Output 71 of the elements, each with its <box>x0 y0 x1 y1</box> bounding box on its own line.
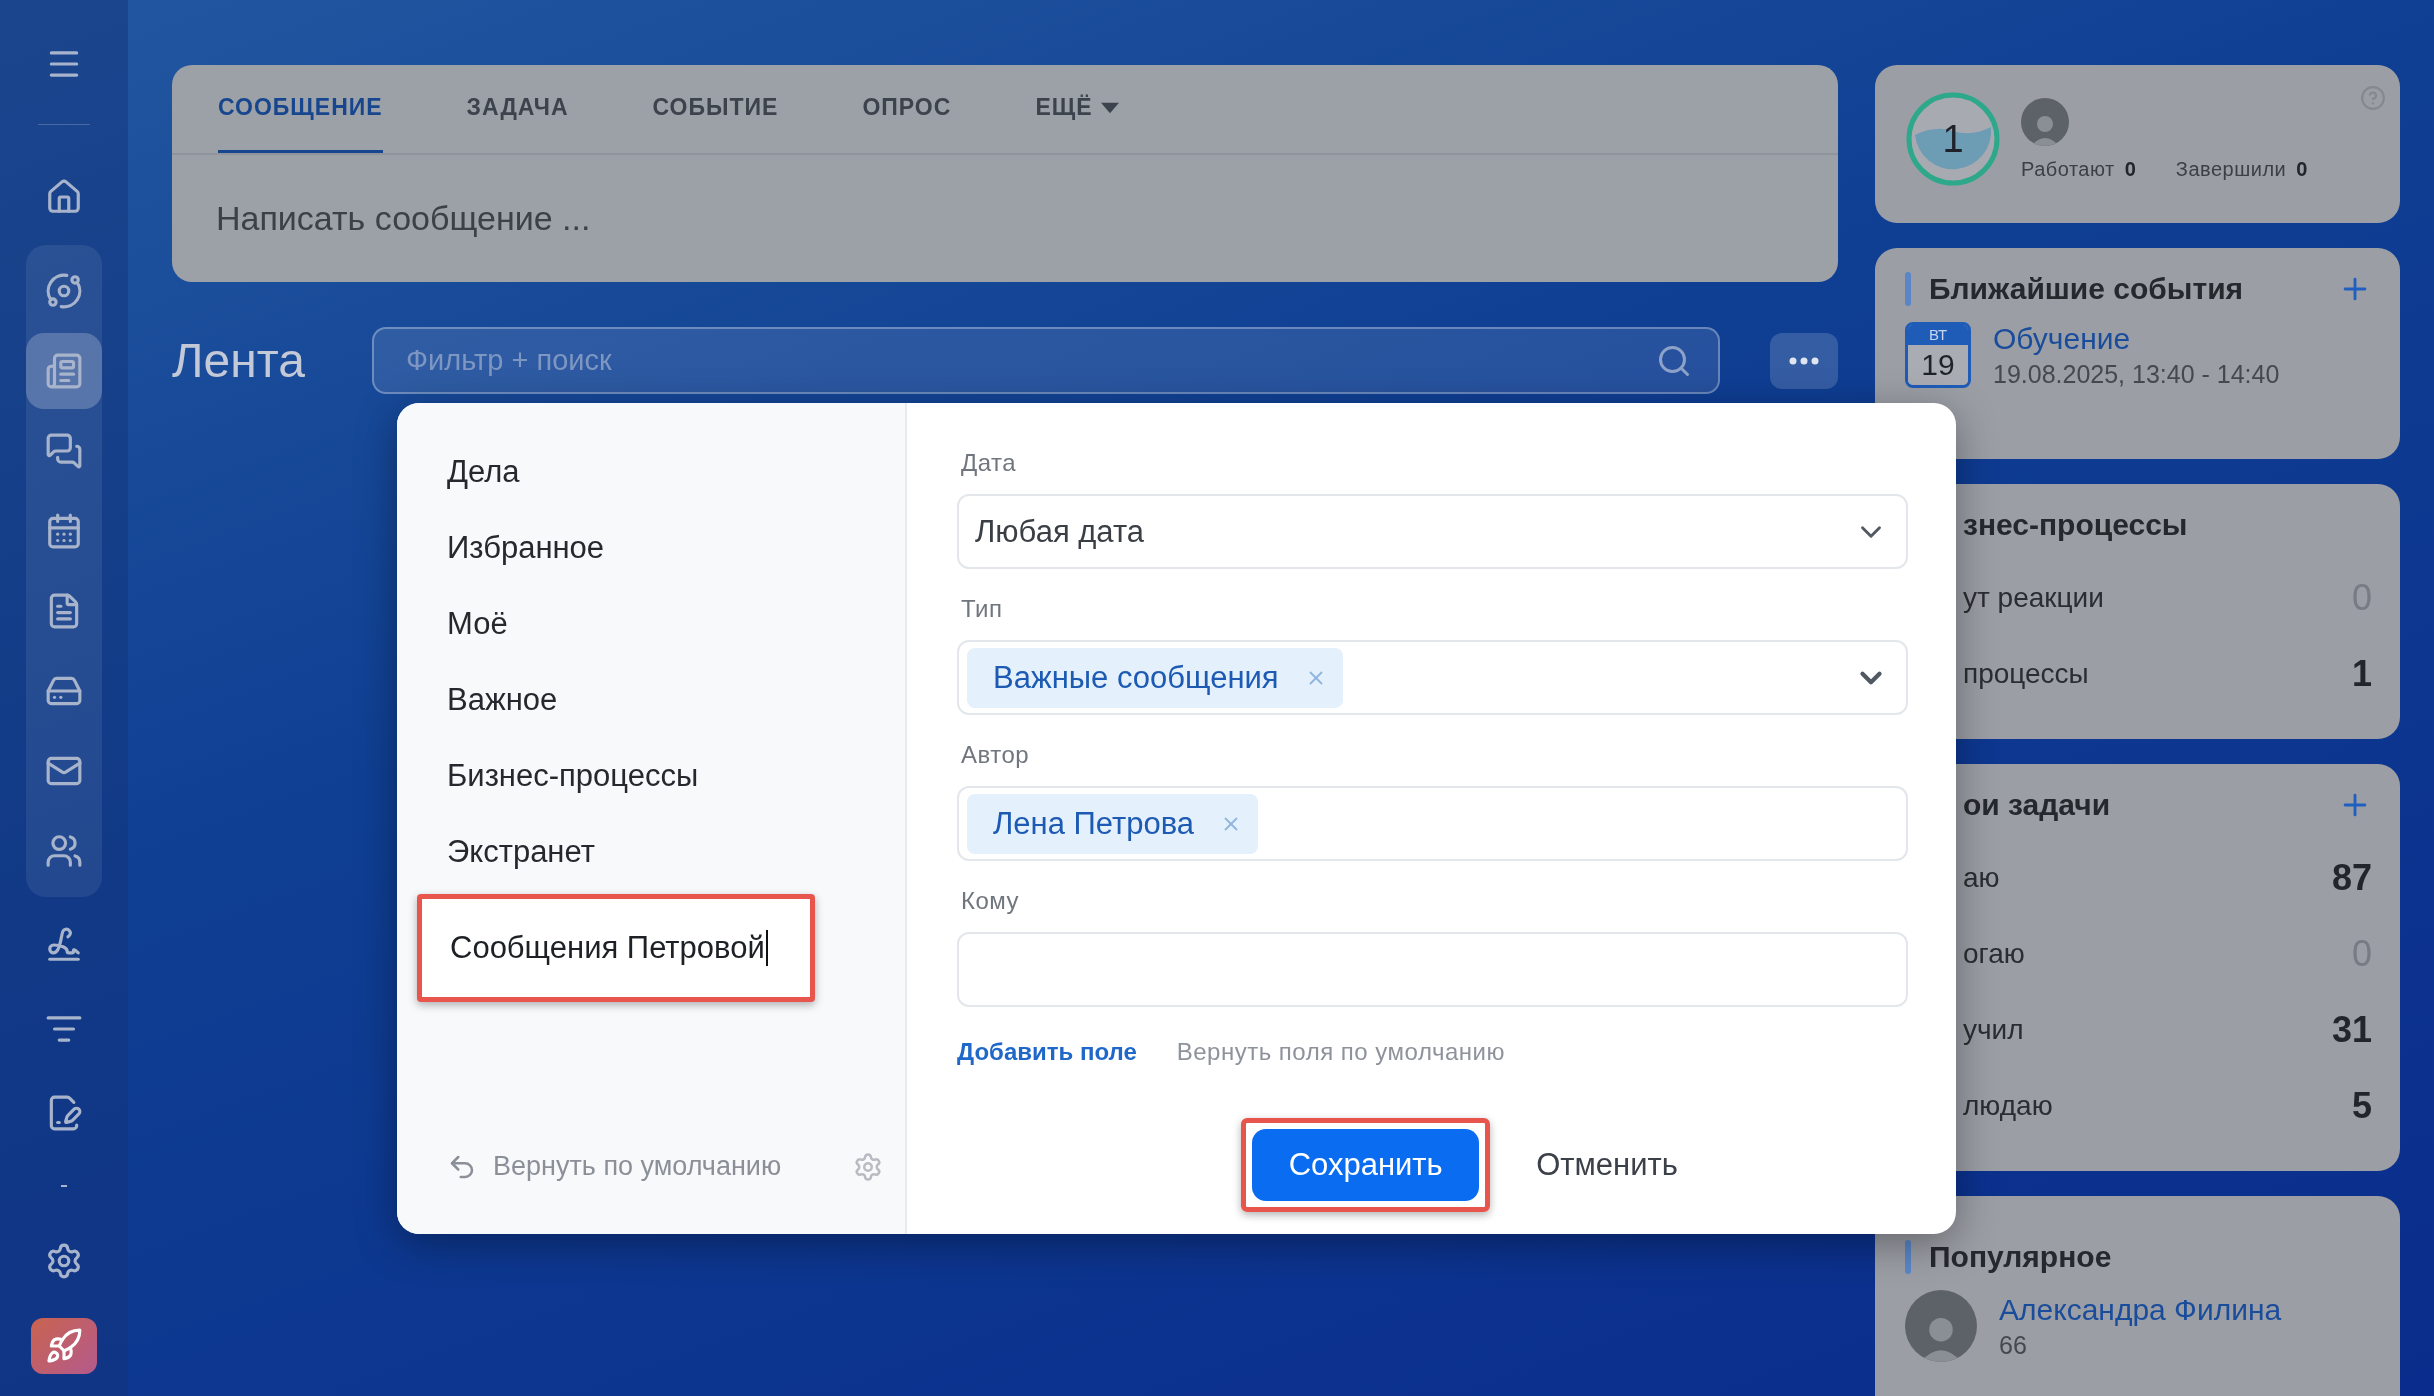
row-label[interactable]: аю <box>1963 862 2000 894</box>
cancel-button[interactable]: Отменить <box>1530 1146 1684 1184</box>
home-icon <box>45 178 83 216</box>
date-select[interactable]: Любая дата <box>957 494 1908 569</box>
tab[interactable]: СОБЫТИЕ <box>652 65 779 153</box>
row-count: 1 <box>2351 653 2372 695</box>
tab[interactable]: ОПРОС <box>862 65 952 153</box>
field-label: Автор <box>961 740 1031 770</box>
field-label: Дата <box>961 448 1018 478</box>
more-icon <box>1789 356 1819 365</box>
preset-item[interactable]: Дела <box>417 434 905 510</box>
person-link[interactable]: Александра Филина <box>1999 1292 2282 1327</box>
people-icon <box>45 832 83 870</box>
message-input[interactable]: Написать сообщение ... <box>172 155 1838 282</box>
row-label[interactable]: ут реакции <box>1963 582 2104 614</box>
preset-item[interactable]: Избранное <box>417 510 905 586</box>
widget-title: ои задачи <box>1963 788 2111 822</box>
row-count: 5 <box>2351 1085 2372 1127</box>
save-button[interactable]: Сохранить <box>1252 1129 1480 1201</box>
field-label: Кому <box>961 886 1021 916</box>
page-title: Лента <box>172 333 306 388</box>
preset-item[interactable]: Моё <box>417 586 905 662</box>
day-number: 19 <box>1908 345 1968 385</box>
row-label[interactable]: огаю <box>1963 938 2025 970</box>
tag-field[interactable]: Лена Петрова <box>957 786 1908 861</box>
add-field-link[interactable]: Добавить поле <box>957 1038 1137 1066</box>
tag-label: Лена Петрова <box>993 805 1195 842</box>
preset-item[interactable]: Важное <box>417 662 905 738</box>
more-button[interactable] <box>1770 332 1838 389</box>
stat-value: 0 <box>2296 157 2308 180</box>
tag-field[interactable]: Важные сообщения <box>957 640 1908 715</box>
tag-chip[interactable]: Лена Петрова <box>967 793 1259 854</box>
calendar-icon <box>45 512 83 550</box>
pen-icon <box>45 926 83 964</box>
row-count: 31 <box>2331 1009 2372 1051</box>
preset-name-field[interactable]: Сообщения Петровой <box>417 894 815 1002</box>
chat-bubbles-icon <box>45 432 83 470</box>
settings-icon <box>45 1242 83 1280</box>
gauge-count: 1 <box>1942 117 1964 161</box>
row-label[interactable]: процессы <box>1963 658 2089 690</box>
tab[interactable]: ЗАДАЧА <box>466 65 569 153</box>
preset-item[interactable]: Экстранет <box>417 814 905 890</box>
accent-bar <box>1905 1240 1911 1274</box>
row-label[interactable]: учил <box>1963 1014 2024 1046</box>
weekday-label: ВТ <box>1908 325 1968 345</box>
person-count: 66 <box>1999 1330 2028 1360</box>
event-link[interactable]: Обучение <box>1993 322 2280 356</box>
reset-button[interactable]: Вернуть по умолчанию <box>447 1151 782 1182</box>
tag-label: Важные сообщения <box>993 659 1279 696</box>
restore-fields-link[interactable]: Вернуть поля по умолчанию <box>1176 1038 1505 1066</box>
nav-button[interactable] <box>31 1318 97 1374</box>
orbit-icon <box>45 272 83 310</box>
tab[interactable]: СООБЩЕНИЕ <box>218 65 383 153</box>
widget-title: знес-процессы <box>1963 508 2188 542</box>
newspaper-icon <box>45 352 83 390</box>
input-field[interactable] <box>957 932 1908 1007</box>
row-count: 87 <box>2331 857 2372 899</box>
widget-title: Популярное <box>1929 1240 2112 1274</box>
stat-label: Работают <box>2021 157 2115 180</box>
accent-bar <box>1905 272 1911 306</box>
tag-chip[interactable]: Важные сообщения <box>967 647 1343 708</box>
preset-item[interactable]: Бизнес-процессы <box>417 738 905 814</box>
widget-title: Ближайшие события <box>1929 272 2244 306</box>
avatar <box>2021 97 2069 146</box>
rocket-icon <box>45 1327 83 1365</box>
tab[interactable]: ЕЩЁ <box>1035 65 1119 153</box>
stat-label: Завершили <box>2175 157 2287 180</box>
row-label[interactable]: людаю <box>1963 1090 2053 1122</box>
field-label: Тип <box>961 594 1004 624</box>
event-time: 19.08.2025, 13:40 - 14:40 <box>1993 360 2280 389</box>
stat-value: 0 <box>2124 157 2136 180</box>
